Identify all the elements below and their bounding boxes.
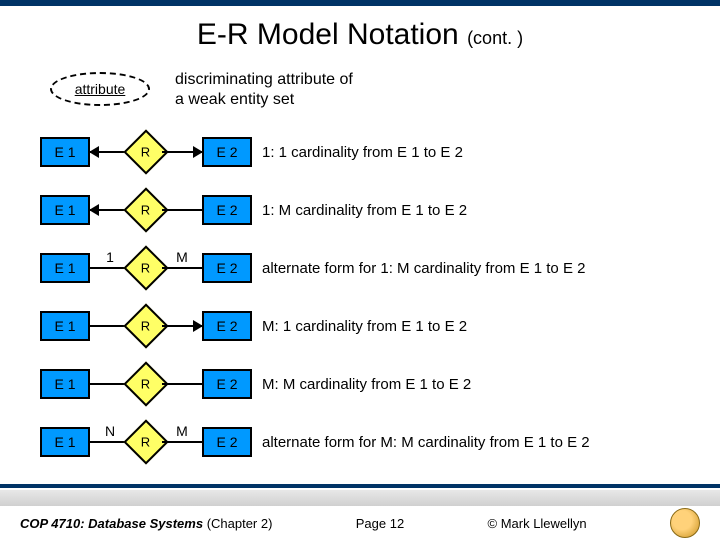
discriminating-attribute-text: discriminating attribute of a weak entit… <box>175 70 353 110</box>
ucf-logo-icon <box>670 508 700 538</box>
row-description: 1: M cardinality from E 1 to E 2 <box>262 202 467 219</box>
notation-row: E 1NRME 2alternate form for M: M cardina… <box>40 414 590 470</box>
row-description: alternate form for M: M cardinality from… <box>262 434 590 451</box>
slide-title: E-R Model Notation (cont. ) <box>0 18 720 52</box>
link-line <box>162 209 202 211</box>
footer-gradient <box>0 490 720 506</box>
relationship-label: R <box>141 260 150 275</box>
cardinality-right: M <box>162 423 202 439</box>
course-name: COP 4710: Database Systems <box>20 516 203 531</box>
row-description: alternate form for 1: M cardinality from… <box>262 260 585 277</box>
entity-e2: E 2 <box>202 137 252 167</box>
relationship-label: R <box>141 202 150 217</box>
title-main: E-R Model Notation <box>197 18 459 51</box>
cardinality-right: M <box>162 249 202 265</box>
page-number: Page 12 <box>356 516 404 531</box>
top-bar <box>0 0 720 6</box>
discriminating-attribute-symbol: attribute <box>50 72 150 106</box>
footer-top-bar <box>0 484 720 488</box>
entity-e1: E 1 <box>40 137 90 167</box>
entity-e2: E 2 <box>202 369 252 399</box>
entity-e1: E 1 <box>40 311 90 341</box>
cardinality-left: 1 <box>90 249 130 265</box>
notation-row: E 11RME 2alternate form for 1: M cardina… <box>40 240 585 296</box>
relationship-label: R <box>141 376 150 391</box>
link-line <box>162 383 202 385</box>
cardinality-left: N <box>90 423 130 439</box>
relationship-label: R <box>141 434 150 449</box>
relationship-label: R <box>141 318 150 333</box>
chapter-label: (Chapter 2) <box>207 516 273 531</box>
row-description: M: M cardinality from E 1 to E 2 <box>262 376 471 393</box>
notation-row: E 1 R E 2 M: 1 cardinality from E 1 to E 2 <box>40 298 467 354</box>
notation-row: E 1 R E 2 1: 1 cardinality from E 1 to E 2 <box>40 124 463 180</box>
link-line: M <box>162 441 202 443</box>
entity-e1: E 1 <box>40 195 90 225</box>
entity-e2: E 2 <box>202 427 252 457</box>
entity-e2: E 2 <box>202 253 252 283</box>
entity-e1: E 1 <box>40 427 90 457</box>
title-cont: (cont. ) <box>467 28 523 48</box>
dashed-ellipse: attribute <box>50 72 150 106</box>
entity-e1: E 1 <box>40 253 90 283</box>
footer-left: COP 4710: Database Systems (Chapter 2) <box>20 516 272 531</box>
entity-e2: E 2 <box>202 311 252 341</box>
notation-row: E 1 R E 2 M: M cardinality from E 1 to E 2 <box>40 356 471 412</box>
discrim-line2: a weak entity set <box>175 91 294 108</box>
discrim-line1: discriminating attribute of <box>175 71 353 88</box>
arrow-right-icon <box>162 151 202 153</box>
row-description: M: 1 cardinality from E 1 to E 2 <box>262 318 467 335</box>
author: © Mark Llewellyn <box>488 516 587 531</box>
footer: COP 4710: Database Systems (Chapter 2) P… <box>0 506 720 540</box>
row-description: 1: 1 cardinality from E 1 to E 2 <box>262 144 463 161</box>
entity-e2: E 2 <box>202 195 252 225</box>
entity-e1: E 1 <box>40 369 90 399</box>
link-line: M <box>162 267 202 269</box>
arrow-right-icon <box>162 325 202 327</box>
attribute-label: attribute <box>75 81 126 97</box>
notation-row: E 1 R E 2 1: M cardinality from E 1 to E 2 <box>40 182 467 238</box>
relationship-label: R <box>141 144 150 159</box>
